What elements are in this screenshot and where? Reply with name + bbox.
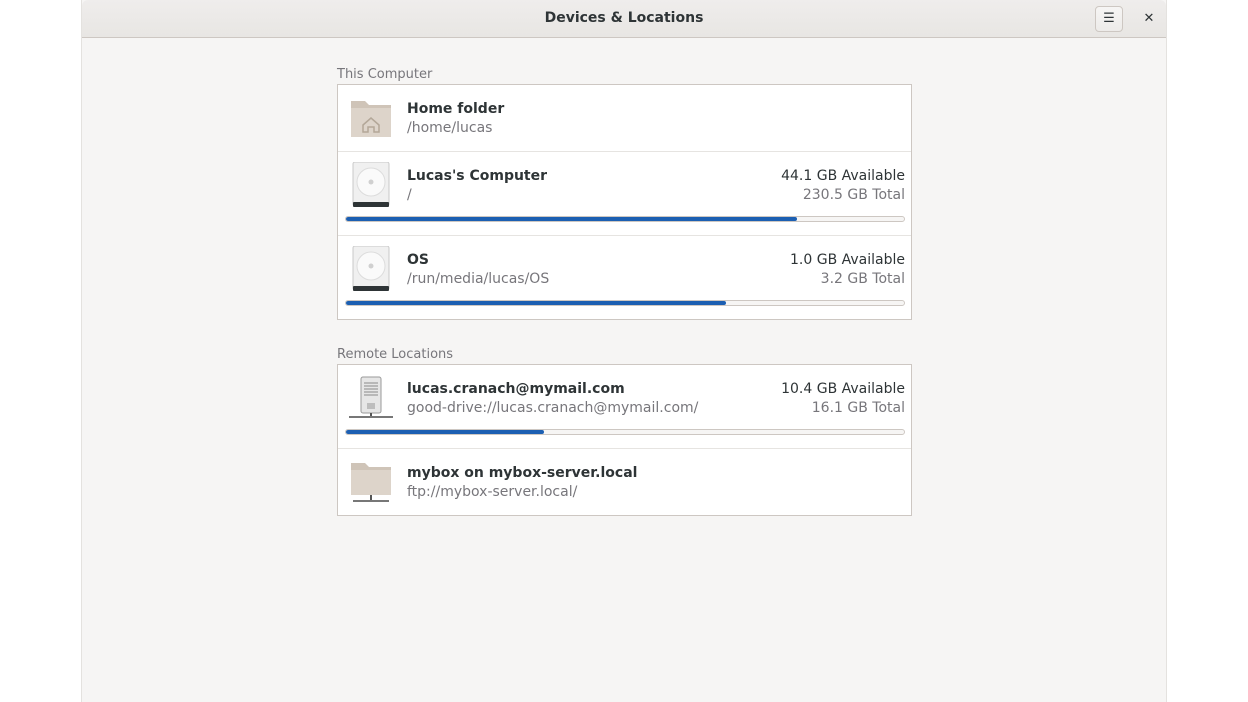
network-server-icon [349,375,393,421]
disk-usage-bar [345,429,905,435]
available-space: 1.0 GB Available [790,252,905,268]
available-space: 10.4 GB Available [781,381,905,397]
app-window: Devices & Locations ☰ ✕ This Computer Ho… [81,0,1167,702]
disk-usage-fill [346,430,544,434]
location-name: lucas.cranach@mymail.com [407,381,625,397]
location-path: / [407,187,412,203]
network-folder-icon [349,459,393,505]
home-folder-icon [349,95,393,141]
location-row-mymail[interactable]: lucas.cranach@mymail.com good-drive://lu… [338,365,911,449]
section-heading-remote-locations: Remote Locations [337,347,454,362]
disk-usage-bar [345,216,905,222]
section-heading-this-computer: This Computer [337,67,433,82]
disk-usage-fill [346,301,726,305]
location-row-lucas-computer[interactable]: Lucas's Computer / 44.1 GB Available 230… [338,152,911,236]
hard-drive-icon [349,245,393,292]
location-path: /run/media/lucas/OS [407,271,550,287]
location-row-home[interactable]: Home folder /home/lucas [338,85,911,152]
header-bar: Devices & Locations ☰ ✕ [82,0,1166,38]
remote-locations-list: lucas.cranach@mymail.com good-drive://lu… [337,364,912,516]
location-row-mybox[interactable]: mybox on mybox-server.local ftp://mybox-… [338,449,911,515]
total-space: 3.2 GB Total [820,271,905,287]
location-row-os[interactable]: OS /run/media/lucas/OS 1.0 GB Available … [338,236,911,319]
location-path: good-drive://lucas.cranach@mymail.com/ [407,400,699,416]
location-name: Lucas's Computer [407,168,548,184]
disk-usage-fill [346,217,798,221]
location-path: ftp://mybox-server.local/ [407,484,578,500]
hamburger-menu-icon: ☰ [1103,11,1115,26]
close-button[interactable]: ✕ [1136,6,1162,32]
location-name: mybox on mybox-server.local [407,465,638,481]
location-path: /home/lucas [407,120,493,136]
location-name: Home folder [407,101,505,117]
total-space: 230.5 GB Total [802,187,905,203]
hard-drive-icon [349,161,393,208]
menu-button[interactable]: ☰ [1095,6,1123,32]
this-computer-list: Home folder /home/lucas Lucas's Computer… [337,84,912,320]
close-icon: ✕ [1143,11,1155,26]
window-title: Devices & Locations [544,10,704,26]
available-space: 44.1 GB Available [781,168,905,184]
disk-usage-bar [345,300,905,306]
total-space: 16.1 GB Total [811,400,905,416]
location-name: OS [407,252,429,268]
